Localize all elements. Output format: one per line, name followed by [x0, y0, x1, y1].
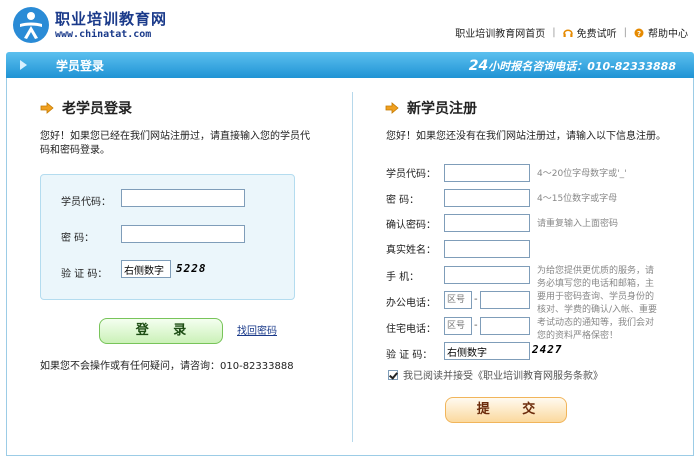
office-phone-input[interactable]	[480, 291, 530, 309]
column-divider	[352, 92, 353, 442]
reg-captcha-input[interactable]	[444, 342, 530, 360]
captcha-image: 5228	[176, 262, 207, 275]
home-link[interactable]: 职业培训教育网首页	[455, 25, 545, 40]
recover-password-link[interactable]: 找回密码	[237, 322, 277, 337]
reg-home-phone-label: 住宅电话：	[386, 324, 436, 335]
hotline-hours: 24	[468, 58, 489, 74]
office-area-code-input[interactable]	[444, 291, 472, 309]
reg-password-hint: 4～15位数字或字母	[537, 194, 618, 204]
reg-student-code-label: 学员代码：	[386, 169, 436, 180]
pointer-icon	[385, 102, 399, 114]
hotline-text: 小时报名咨询电话：010-82333888	[488, 60, 676, 73]
agree-text[interactable]: 我已阅读并接受《职业培训教育网服务条款》	[403, 367, 603, 382]
login-button[interactable]: 登 录	[99, 318, 223, 344]
agree-checkbox[interactable]	[388, 369, 398, 380]
reg-password-label: 密 码：	[386, 195, 420, 206]
divider: |	[552, 27, 556, 38]
reg-captcha-label: 验 证 码：	[386, 350, 433, 361]
password-input[interactable]	[121, 225, 245, 243]
privacy-notice: 为给您提供更优质的服务，请务必填写您的电话和邮箱，主要用于密码查询、学员身份的核…	[537, 266, 658, 341]
terms-agreement: 我已阅读并接受《职业培训教育网服务条款》	[388, 367, 603, 382]
submit-button[interactable]: 提 交	[445, 397, 567, 423]
headphones-icon	[562, 29, 573, 37]
section-navbar: 学员登录 24小时报名咨询电话：010-82333888	[6, 52, 694, 78]
phone-dash: -	[474, 294, 478, 305]
home-phone-input[interactable]	[480, 317, 530, 335]
reg-student-code-hint: 4～20位字母数字或'_'	[537, 169, 627, 179]
phone-dash: -	[474, 320, 478, 331]
student-code-label: 学员代码：	[61, 197, 111, 208]
svg-text:?: ?	[637, 30, 641, 38]
site-name: 职业培训教育网	[55, 10, 168, 28]
help-center-link[interactable]: 帮助中心	[648, 25, 688, 40]
help-text: 如果您不会操作或有任何疑问，请咨询：010-82333888	[40, 361, 294, 372]
reg-confirm-input[interactable]	[444, 214, 530, 232]
site-url: www.chinatat.com	[55, 29, 152, 40]
pointer-icon	[40, 102, 54, 114]
reg-confirm-hint: 请重复输入上面密码	[537, 219, 619, 229]
navbar-title: 学员登录	[56, 59, 105, 73]
student-code-input[interactable]	[121, 189, 245, 207]
reg-mobile-input[interactable]	[444, 266, 530, 284]
header: 职业培训教育网 www.chinatat.com 职业培训教育网首页 | 免费试…	[0, 0, 700, 48]
home-area-code-input[interactable]	[444, 317, 472, 335]
reg-realname-input[interactable]	[444, 240, 530, 258]
reg-realname-label: 真实姓名：	[386, 245, 436, 256]
reg-office-phone-label: 办公电话：	[386, 298, 436, 309]
reg-captcha-image: 2427	[532, 343, 563, 356]
captcha-label: 验 证 码：	[61, 269, 108, 280]
captcha-input[interactable]	[121, 260, 171, 278]
reg-student-code-input[interactable]	[444, 164, 530, 182]
register-intro: 您好！如果您还没有在我们网站注册过，请输入以下信息注册。	[386, 131, 666, 142]
register-title: 新学员注册	[407, 101, 477, 117]
register-section-title: 新学员注册	[385, 98, 477, 118]
reg-password-input[interactable]	[444, 189, 530, 207]
login-title: 老学员登录	[62, 101, 132, 117]
login-section-title: 老学员登录	[40, 98, 132, 118]
login-intro: 您好！如果您已经在我们网站注册过，请直接输入您的学员代码和密码登录。	[40, 131, 310, 156]
help-icon: ?	[634, 28, 644, 38]
top-links: 职业培训教育网首页 | 免费试听 | ? 帮助中心	[455, 25, 688, 40]
hotline: 24小时报名咨询电话：010-82333888	[469, 58, 676, 74]
arrow-icon	[20, 60, 27, 70]
divider: |	[623, 27, 627, 38]
free-trial-link[interactable]: 免费试听	[577, 25, 617, 40]
password-label: 密 码：	[61, 233, 95, 244]
logo-icon	[13, 7, 49, 43]
reg-mobile-label: 手 机：	[386, 272, 420, 283]
reg-confirm-label: 确认密码：	[386, 220, 436, 231]
